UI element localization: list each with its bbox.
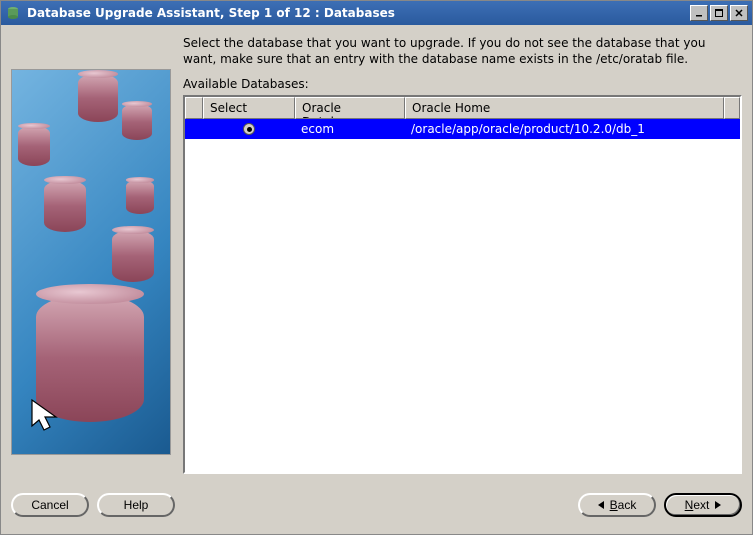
column-header-scroll-gap — [724, 97, 740, 119]
back-button[interactable]: Back — [578, 493, 656, 517]
cancel-button[interactable]: Cancel — [11, 493, 89, 517]
right-button-group: Back Next — [578, 493, 742, 517]
main-content: Select the database that you want to upg… — [11, 35, 742, 474]
table-header: Select Oracle Database Oracle Home — [185, 97, 740, 119]
maximize-button[interactable] — [710, 5, 728, 21]
row-lead — [185, 127, 203, 131]
wizard-sidebar-image — [11, 69, 171, 455]
table-row[interactable]: ecom /oracle/app/oracle/product/10.2.0/d… — [185, 119, 740, 139]
databases-table: Select Oracle Database Oracle Home ecom — [183, 95, 742, 474]
help-button[interactable]: Help — [97, 493, 175, 517]
next-button[interactable]: Next — [664, 493, 742, 517]
column-header-oracle-home[interactable]: Oracle Home — [405, 97, 724, 119]
button-bar: Cancel Help Back Next — [11, 488, 742, 522]
row-database-cell: ecom — [295, 120, 405, 138]
left-button-group: Cancel Help — [11, 493, 175, 517]
column-header-corner[interactable] — [185, 97, 203, 119]
available-databases-label: Available Databases: — [183, 77, 742, 91]
column-header-oracle-database[interactable]: Oracle Database — [295, 97, 405, 119]
right-panel: Select the database that you want to upg… — [183, 35, 742, 474]
instruction-text: Select the database that you want to upg… — [183, 35, 742, 67]
window-title: Database Upgrade Assistant, Step 1 of 12… — [27, 6, 688, 20]
cursor-icon — [28, 396, 68, 436]
next-label-tail: ext — [693, 498, 709, 512]
client-area: Select the database that you want to upg… — [1, 25, 752, 532]
arrow-right-icon — [715, 501, 721, 509]
row-select-cell[interactable] — [203, 121, 295, 137]
select-radio[interactable] — [243, 123, 255, 135]
row-home-cell: /oracle/app/oracle/product/10.2.0/db_1 — [405, 120, 740, 138]
table-body: ecom /oracle/app/oracle/product/10.2.0/d… — [185, 119, 740, 472]
column-header-select[interactable]: Select — [203, 97, 295, 119]
wizard-window: Database Upgrade Assistant, Step 1 of 12… — [0, 0, 753, 535]
titlebar[interactable]: Database Upgrade Assistant, Step 1 of 12… — [1, 1, 752, 25]
arrow-left-icon — [598, 501, 604, 509]
minimize-button[interactable] — [690, 5, 708, 21]
back-label-tail: ack — [618, 498, 637, 512]
close-button[interactable] — [730, 5, 748, 21]
app-icon — [5, 5, 21, 21]
